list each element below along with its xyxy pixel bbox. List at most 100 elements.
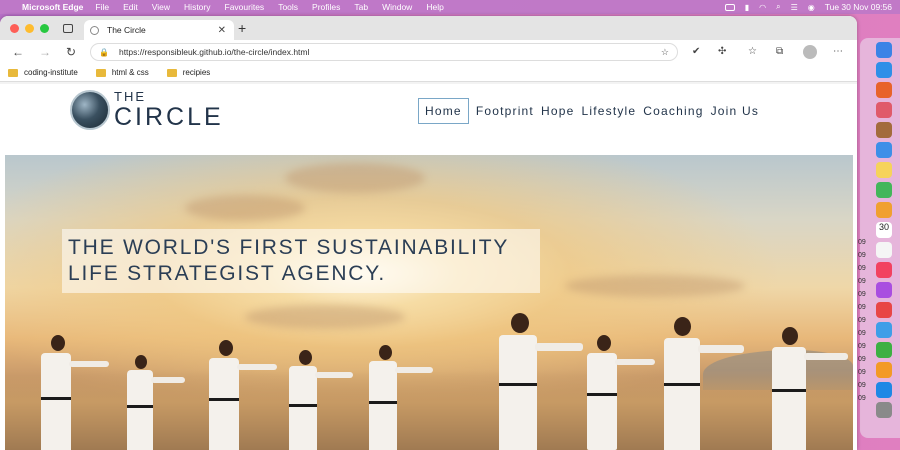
browser-toolbar: ← → ↻ 🔒 https://responsibleuk.github.io/… xyxy=(0,40,857,64)
volume-icon[interactable]: ▮ xyxy=(745,3,749,12)
tab-the-circle[interactable]: The Circle ✕ xyxy=(84,20,234,40)
keynote-icon[interactable] xyxy=(876,322,892,338)
karate-student-figure xyxy=(575,335,655,450)
globe-logo-icon xyxy=(70,90,110,130)
music-icon[interactable] xyxy=(876,262,892,278)
bookmark-folder-recipies[interactable]: recipies xyxy=(166,68,211,77)
pages-icon[interactable] xyxy=(876,362,892,378)
menu-tab[interactable]: Tab xyxy=(354,2,368,12)
tab-favicon-icon xyxy=(90,25,99,35)
cloud-shape xyxy=(185,195,305,221)
tab-title: The Circle xyxy=(107,25,146,35)
site-header: THE CIRCLE Home Footprint Hope Lifestyle… xyxy=(0,84,857,139)
background-window-list: 09 09 09 09 09 09 09 09 09 09 09 09 09 xyxy=(858,239,866,402)
macos-menu-bar: Microsoft Edge File Edit View History Fa… xyxy=(0,0,900,14)
menu-view[interactable]: View xyxy=(152,2,170,12)
menu-edit[interactable]: Edit xyxy=(123,2,138,12)
profile-avatar[interactable] xyxy=(803,45,817,59)
safari-icon[interactable] xyxy=(876,62,892,78)
nav-lifestyle[interactable]: Lifestyle xyxy=(581,104,636,118)
karate-student-figure xyxy=(195,340,277,450)
firefox-icon[interactable] xyxy=(876,82,892,98)
collections-icon[interactable]: ⧉ xyxy=(776,46,783,57)
web-page: THE CIRCLE Home Footprint Hope Lifestyle… xyxy=(0,84,857,450)
site-nav: Home Footprint Hope Lifestyle Coaching J… xyxy=(418,98,766,124)
lock-icon[interactable]: 🔒 xyxy=(99,48,109,57)
bookmark-folder-html-css[interactable]: html & css xyxy=(95,68,149,77)
extensions-icon[interactable]: ✣ xyxy=(718,46,726,57)
back-icon[interactable]: ← xyxy=(12,45,24,59)
menu-file[interactable]: File xyxy=(95,2,109,12)
window-controls xyxy=(10,24,49,33)
karate-student-figure xyxy=(760,327,848,450)
podcasts-icon[interactable] xyxy=(876,282,892,298)
nav-coaching[interactable]: Coaching xyxy=(643,104,703,118)
siri-icon[interactable]: ◉ xyxy=(808,3,815,12)
karate-student-figure xyxy=(115,355,185,450)
tab-actions-icon[interactable] xyxy=(63,24,73,33)
bookmark-folder-coding-institute[interactable]: coding-institute xyxy=(8,68,78,77)
karate-student-figure xyxy=(650,317,744,450)
menu-profiles[interactable]: Profiles xyxy=(312,2,340,12)
window-status-icon[interactable] xyxy=(724,3,735,11)
reminders-icon[interactable] xyxy=(876,242,892,258)
menu-history[interactable]: History xyxy=(184,2,210,12)
tab-bar: The Circle ✕ + xyxy=(0,16,857,40)
address-bar[interactable]: 🔒 https://responsibleuk.github.io/the-ci… xyxy=(90,43,678,61)
menu-favourites[interactable]: Favourites xyxy=(225,2,265,12)
bookmark-label: coding-institute xyxy=(24,68,78,77)
menu-window[interactable]: Window xyxy=(382,2,412,12)
notes-icon[interactable] xyxy=(876,162,892,178)
menu-tools[interactable]: Tools xyxy=(278,2,298,12)
menu-help[interactable]: Help xyxy=(426,2,443,12)
launchpad-icon[interactable] xyxy=(876,102,892,118)
url-text[interactable]: https://responsibleuk.github.io/the-circ… xyxy=(119,47,309,57)
zoom-window-button[interactable] xyxy=(40,24,49,33)
bookmark-label: html & css xyxy=(111,68,149,77)
new-tab-button[interactable]: + xyxy=(238,20,246,36)
hero-image: THE WORLD'S FIRST SUSTAINABILITY LIFE ST… xyxy=(5,155,853,450)
cloud-shape xyxy=(285,163,425,193)
cloud-shape xyxy=(245,305,405,329)
hero-title: THE WORLD'S FIRST SUSTAINABILITY LIFE ST… xyxy=(62,229,540,293)
karate-student-figure xyxy=(25,335,109,450)
app-store-icon[interactable] xyxy=(876,382,892,398)
bookmark-label: recipies xyxy=(182,68,211,77)
wifi-icon[interactable]: ◠ xyxy=(759,3,766,12)
forward-icon[interactable]: → xyxy=(39,45,51,59)
cloud-shape xyxy=(565,275,745,297)
nav-home[interactable]: Home xyxy=(418,98,469,124)
nav-footprint[interactable]: Footprint xyxy=(476,104,534,118)
favourites-icon[interactable]: ☆ xyxy=(748,46,757,57)
maps-icon[interactable] xyxy=(876,182,892,198)
hero-title-line-2: LIFE STRATEGIST AGENCY. xyxy=(68,262,386,285)
menu-bar-clock[interactable]: Tue 30 Nov 09:56 xyxy=(825,2,892,12)
site-logo[interactable]: THE CIRCLE xyxy=(70,90,224,130)
more-options-icon[interactable]: ⋯ xyxy=(833,46,843,57)
logo-wordmark: THE CIRCLE xyxy=(114,90,224,131)
app-name-menu[interactable]: Microsoft Edge xyxy=(22,2,83,12)
finder-icon[interactable] xyxy=(876,42,892,58)
extension-check-icon[interactable]: ✔ xyxy=(692,46,700,57)
browser-window: The Circle ✕ + ← → ↻ 🔒 https://responsib… xyxy=(0,16,857,450)
photos-icon[interactable] xyxy=(876,202,892,218)
contacts-icon[interactable] xyxy=(876,122,892,138)
close-tab-icon[interactable]: ✕ xyxy=(218,25,226,36)
add-favourite-icon[interactable]: ☆ xyxy=(661,47,669,58)
reload-icon[interactable]: ↻ xyxy=(66,45,76,59)
calendar-icon[interactable]: 30 xyxy=(876,222,892,238)
numbers-icon[interactable] xyxy=(876,342,892,358)
folder-icon xyxy=(166,68,177,77)
news-icon[interactable] xyxy=(876,302,892,318)
nav-join-us[interactable]: Join Us xyxy=(711,104,759,118)
minimize-window-button[interactable] xyxy=(25,24,34,33)
folder-icon xyxy=(95,68,106,77)
mail-icon[interactable] xyxy=(876,142,892,158)
nav-hope[interactable]: Hope xyxy=(541,104,575,118)
close-window-button[interactable] xyxy=(10,24,19,33)
logo-circle: CIRCLE xyxy=(114,103,224,131)
folder-icon xyxy=(8,68,18,77)
control-center-icon[interactable]: ☰ xyxy=(791,3,798,12)
system-preferences-icon[interactable] xyxy=(876,402,892,418)
search-icon[interactable]: ⌕ xyxy=(776,2,780,12)
